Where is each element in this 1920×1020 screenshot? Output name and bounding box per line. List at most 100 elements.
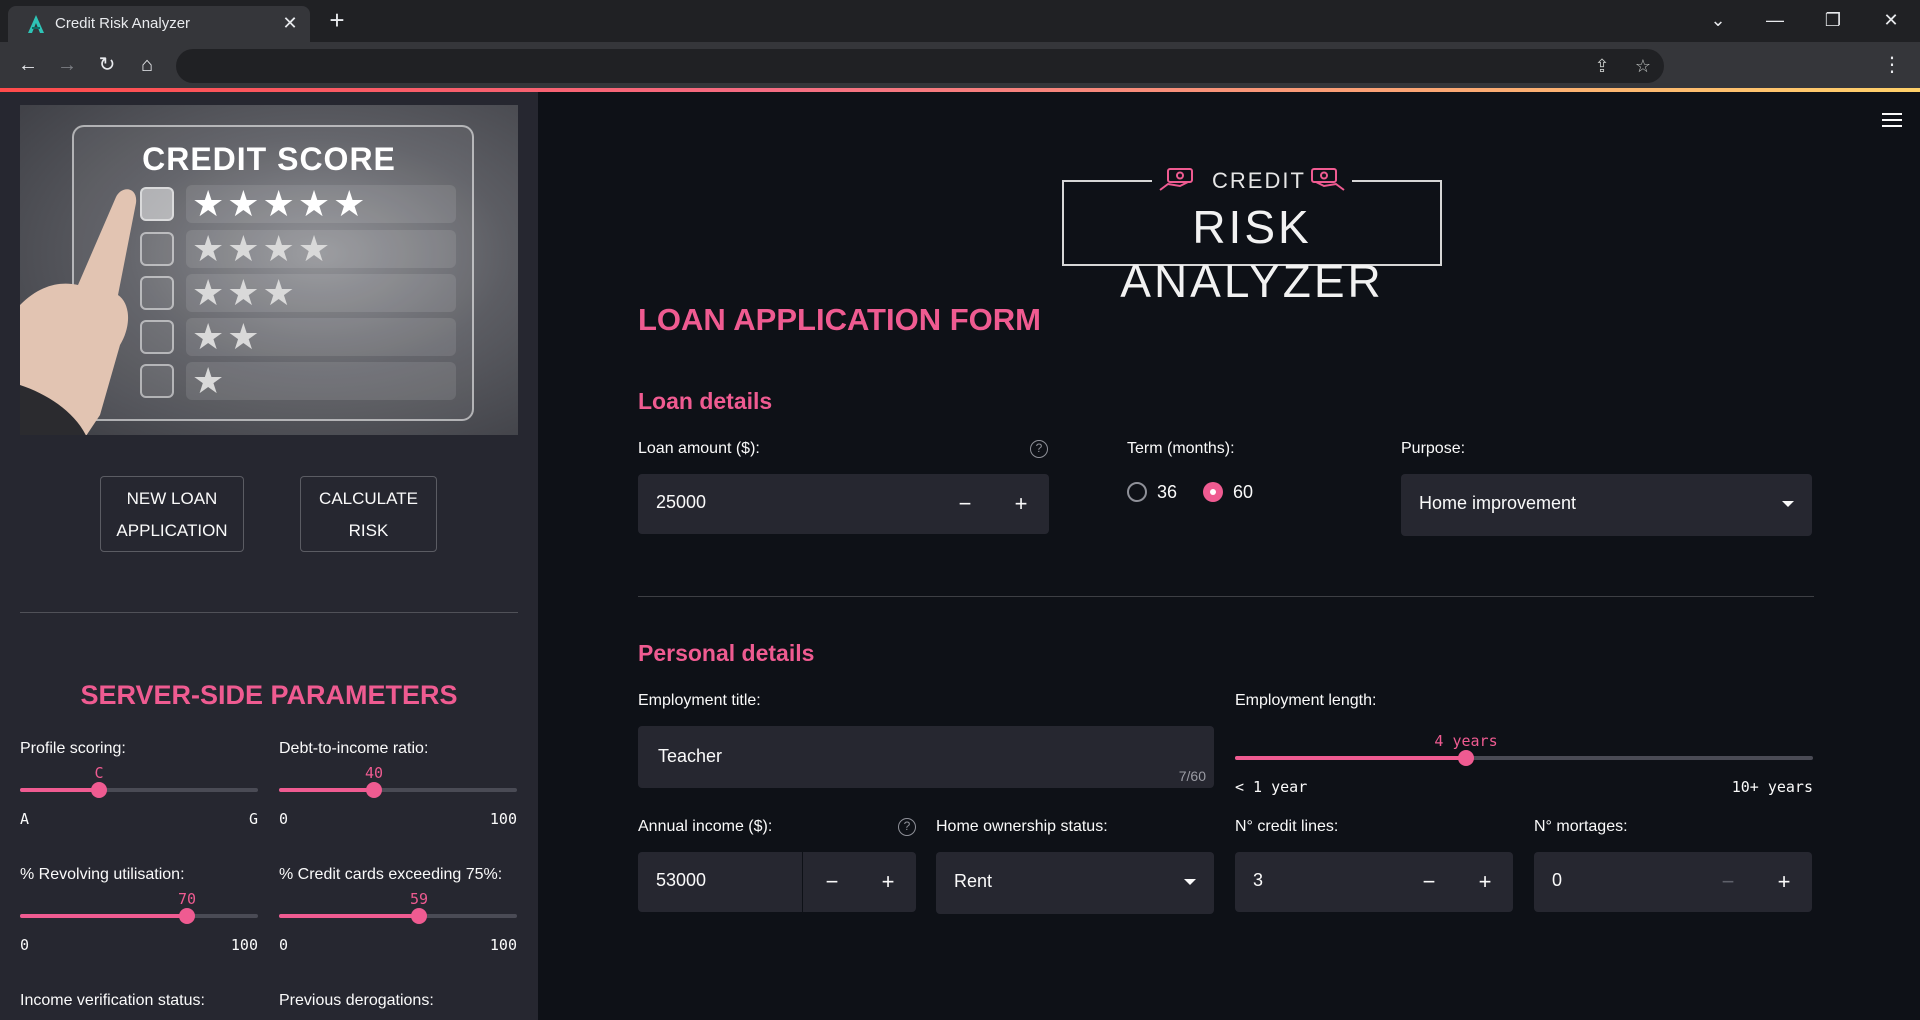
home-icon[interactable]: ⌂ <box>133 51 161 79</box>
input-value: 0 <box>1552 870 1563 890</box>
slider-track[interactable] <box>20 782 258 798</box>
employment-title-label: Employment title: <box>638 692 761 709</box>
increment-button[interactable]: + <box>860 852 916 912</box>
slider-max: 10+ years <box>1731 778 1813 796</box>
input-value: Teacher <box>658 746 723 766</box>
income-verification-label: Income verification status: <box>20 992 205 1009</box>
select-value: Home improvement <box>1419 493 1577 513</box>
form-title: LOAN APPLICATION FORM <box>638 302 1041 337</box>
term-label: Term (months): <box>1127 440 1235 457</box>
purpose-select[interactable]: Home improvement <box>1401 474 1812 536</box>
decrement-button[interactable]: − <box>804 852 860 912</box>
hamburger-menu-icon[interactable] <box>1880 110 1904 130</box>
slider-thumb[interactable] <box>91 782 107 798</box>
browser-tab[interactable]: Credit Risk Analyzer ✕ <box>8 6 310 42</box>
employment-title-input[interactable]: Teacher 7/60 <box>638 726 1214 788</box>
increment-button[interactable]: + <box>1457 852 1513 912</box>
server-params-heading: SERVER-SIDE PARAMETERS <box>80 680 458 710</box>
slider-track[interactable] <box>20 908 258 924</box>
sidebar: CREDIT SCORE ★★★★★ ★★★★ ★★★ ★★ ★ NEW LOA… <box>0 92 538 1020</box>
profile-scoring-slider[interactable]: Profile scoring: C A G <box>20 740 258 840</box>
radio-off-icon <box>1127 482 1147 502</box>
tab-search-icon[interactable]: ⌄ <box>1703 6 1733 34</box>
home-ownership-select[interactable]: Rent <box>936 852 1214 914</box>
sidebar-divider <box>20 612 518 613</box>
term-radio-group: 36 60 <box>1127 480 1327 506</box>
app-favicon-icon <box>28 15 44 33</box>
main-content: CREDIT RISK ANALYZER LOAN APPLICATION FO… <box>538 92 1920 1020</box>
credit-score-image: CREDIT SCORE ★★★★★ ★★★★ ★★★ ★★ ★ <box>20 105 518 435</box>
previous-derogations-label: Previous derogations: <box>279 992 434 1009</box>
annual-income-input[interactable]: 53000 − + <box>638 852 916 912</box>
slider-label: % Credit cards exceeding 75%: <box>279 866 503 883</box>
slider-label: Debt-to-income ratio: <box>279 740 429 757</box>
increment-button[interactable]: + <box>1756 852 1812 912</box>
employment-length-slider[interactable]: 4 years < 1 year 10+ years <box>1235 708 1813 808</box>
hero-title: CREDIT SCORE <box>142 141 396 177</box>
browser-toolbar: ← → ↻ ⌂ ⇪ ☆ ⋮ <box>0 42 1920 88</box>
slider-min: 0 <box>279 810 289 828</box>
help-icon[interactable]: ? <box>898 818 916 836</box>
credit-lines-label: N° credit lines: <box>1235 818 1339 835</box>
calculate-risk-button[interactable]: CALCULATE RISK <box>300 476 437 552</box>
revolving-utilisation-slider[interactable]: % Revolving utilisation: 70 0 100 <box>20 866 258 966</box>
slider-thumb[interactable] <box>366 782 382 798</box>
slider-min: < 1 year <box>1235 778 1308 796</box>
help-icon[interactable]: ? <box>1030 440 1048 458</box>
share-icon[interactable]: ⇪ <box>1588 52 1616 80</box>
decrement-button[interactable]: − <box>937 474 993 534</box>
back-icon[interactable]: ← <box>14 51 42 79</box>
restore-button[interactable]: ❐ <box>1818 6 1848 34</box>
slider-value: 59 <box>409 890 429 908</box>
logo-big-text: RISK ANALYZER <box>1120 201 1384 307</box>
section-divider <box>638 596 1814 597</box>
loan-amount-input[interactable]: 25000 − + <box>638 474 1049 534</box>
home-ownership-label: Home ownership status: <box>936 818 1108 835</box>
decrement-button[interactable]: − <box>1700 852 1756 912</box>
select-value: Rent <box>954 871 993 891</box>
address-bar[interactable]: ⇪ ☆ <box>176 49 1664 83</box>
slider-max: 100 <box>489 936 517 954</box>
money-hand-icon <box>1311 168 1345 191</box>
slider-track[interactable] <box>279 782 517 798</box>
increment-button[interactable]: + <box>993 474 1049 534</box>
slider-value: 70 <box>177 890 197 908</box>
loan-amount-label: Loan amount ($): <box>638 440 760 457</box>
credit-cards-exceeding-slider[interactable]: % Credit cards exceeding 75%: 59 0 100 <box>279 866 517 966</box>
browser-menu-icon[interactable]: ⋮ <box>1878 51 1906 79</box>
loan-details-heading: Loan details <box>638 388 773 414</box>
input-value: 53000 <box>656 870 707 890</box>
personal-details-heading: Personal details <box>638 640 815 666</box>
slider-value: 4 years <box>1434 732 1498 750</box>
slider-track[interactable] <box>279 908 517 924</box>
mortgages-label: N° mortages: <box>1534 818 1628 835</box>
debt-to-income-slider[interactable]: Debt-to-income ratio: 40 0 100 <box>279 740 517 840</box>
slider-max: 100 <box>230 936 258 954</box>
slider-label: Profile scoring: <box>20 740 126 757</box>
new-tab-button[interactable]: + <box>324 7 350 34</box>
slider-min: 0 <box>20 936 30 954</box>
decrement-button[interactable]: − <box>1401 852 1457 912</box>
reload-icon[interactable]: ↻ <box>93 51 121 79</box>
input-value: 3 <box>1253 870 1264 890</box>
credit-lines-input[interactable]: 3 − + <box>1235 852 1513 912</box>
forward-icon[interactable]: → <box>53 51 81 79</box>
slider-max: 100 <box>489 810 517 828</box>
radio-on-icon <box>1203 482 1223 502</box>
slider-track[interactable] <box>1235 750 1813 766</box>
annual-income-label: Annual income ($): <box>638 818 773 835</box>
slider-value: C <box>94 764 104 782</box>
input-value: 25000 <box>656 492 707 512</box>
new-loan-application-button[interactable]: NEW LOAN APPLICATION <box>100 476 244 552</box>
slider-thumb[interactable] <box>1458 750 1474 766</box>
money-hand-icon <box>1159 168 1193 191</box>
close-window-button[interactable]: ✕ <box>1876 6 1906 34</box>
mortgages-input[interactable]: 0 − + <box>1534 852 1812 912</box>
slider-thumb[interactable] <box>411 908 427 924</box>
minimize-button[interactable]: — <box>1760 6 1790 34</box>
slider-min: A <box>20 810 30 828</box>
chevron-down-icon <box>1782 501 1794 507</box>
tab-close-icon[interactable]: ✕ <box>280 13 300 33</box>
slider-thumb[interactable] <box>179 908 195 924</box>
bookmark-star-icon[interactable]: ☆ <box>1629 52 1657 80</box>
